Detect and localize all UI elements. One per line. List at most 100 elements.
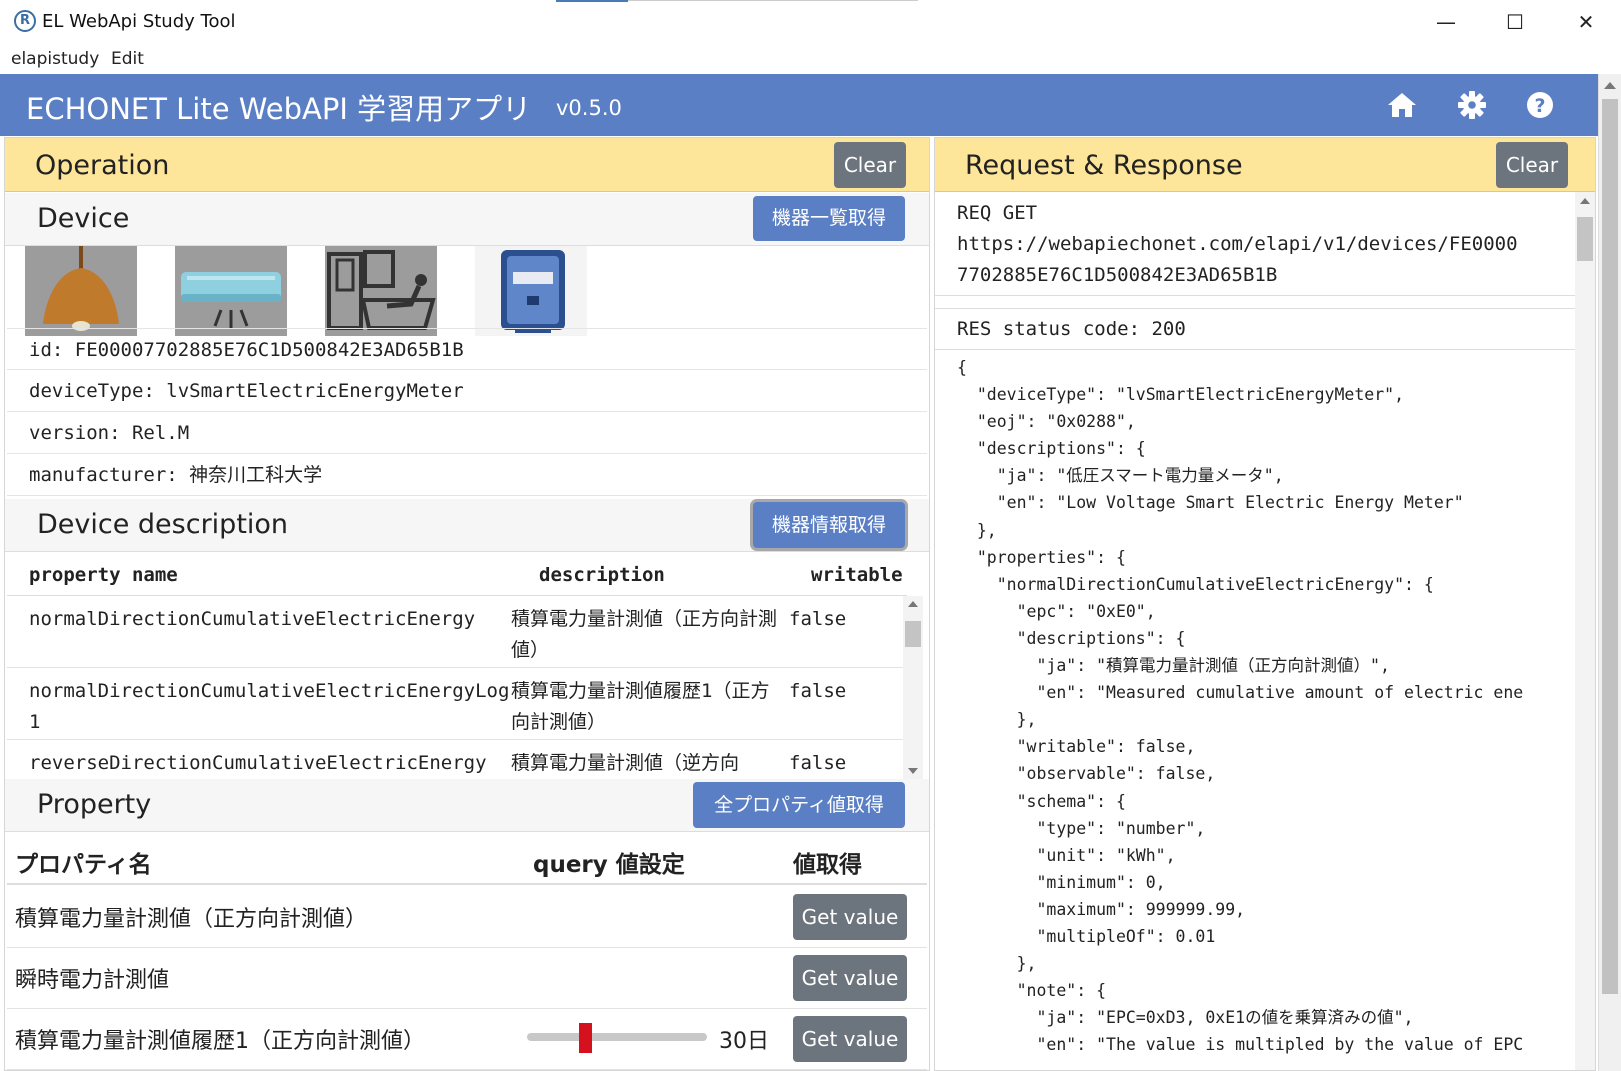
- operation-header: Operation Clear: [5, 138, 929, 192]
- air-conditioner-icon: [181, 272, 281, 328]
- scroll-down-arrow-icon[interactable]: [908, 768, 918, 774]
- device-manufacturer: manufacturer: 神奈川工科大学: [7, 454, 927, 496]
- device-section-header: Device 機器一覧取得: [5, 193, 929, 246]
- help-icon[interactable]: ?: [1523, 88, 1557, 122]
- description-cell: 積算電力量計測値（逆方向: [511, 752, 740, 774]
- table-row[interactable]: normalDirectionCumulativeElectricEnergyL…: [7, 668, 905, 740]
- column-property-name-ja: プロパティ名: [15, 852, 152, 878]
- window-titlebar: R EL WebApi Study Tool — ☐ ✕: [0, 0, 1621, 44]
- property-title: Property: [37, 789, 152, 820]
- json-line: "properties": {: [957, 547, 1126, 567]
- description-cell: 積算電力量計測値（正方向計測値）: [511, 608, 778, 661]
- slider-value: 30日: [719, 1029, 769, 1054]
- description-table-header: property name description writable: [7, 554, 907, 596]
- column-description: description: [539, 564, 665, 586]
- writable-cell: false: [789, 752, 847, 774]
- tab-indicator-track: [628, 0, 918, 1]
- json-line: "ja": "低圧スマート電力量メータ",: [957, 466, 1284, 486]
- home-icon[interactable]: [1385, 88, 1419, 122]
- json-line: "deviceType": "lvSmartElectricEnergyMete…: [957, 385, 1405, 405]
- scroll-up-arrow-icon[interactable]: [1604, 82, 1616, 89]
- app-version: v0.5.0: [556, 96, 622, 120]
- air-conditioner-thumbnail[interactable]: [175, 246, 287, 336]
- property-name-cell: normalDirectionCumulativeElectricEnergyL…: [29, 680, 510, 733]
- menu-bar: elapistudy Edit: [0, 44, 1621, 74]
- window-scrollbar[interactable]: [1598, 74, 1621, 1071]
- column-property-name: property name: [29, 564, 178, 586]
- json-line: "descriptions": {: [957, 439, 1146, 459]
- svg-text:?: ?: [1534, 95, 1545, 117]
- operation-panel: Operation Clear Device 機器一覧取得 id: FE0000…: [4, 137, 930, 1071]
- reqres-scrollbar[interactable]: [1575, 192, 1595, 1070]
- column-get-value: 値取得: [793, 852, 862, 878]
- description-table-scrollbar[interactable]: [903, 596, 923, 782]
- json-line: "en": "Measured cumulative amount of ele…: [957, 683, 1524, 703]
- property-name: 瞬時電力計測値: [15, 968, 170, 993]
- response-status: RES status code: 200: [935, 308, 1575, 350]
- device-id: id: FE00007702885E76C1D500842E3AD65B1B: [7, 328, 927, 370]
- ceiling-light-icon: [43, 246, 119, 331]
- json-line: "en": "Low Voltage Smart Electric Energy…: [957, 493, 1464, 513]
- ceiling-light-thumbnail[interactable]: [25, 246, 137, 336]
- device-type: deviceType: lvSmartElectricEnergyMeter: [7, 370, 927, 412]
- json-line: "writable": false,: [957, 737, 1196, 757]
- smart-meter-thumbnail[interactable]: [475, 246, 587, 336]
- writable-cell: false: [789, 680, 847, 702]
- json-line: "maximum": 999999.99,: [957, 899, 1246, 919]
- description-section-header: Device description 機器情報取得: [5, 499, 929, 552]
- maximize-button[interactable]: ☐: [1492, 6, 1538, 38]
- json-line: "type": "number",: [957, 818, 1206, 838]
- reqres-clear-button[interactable]: Clear: [1496, 142, 1568, 188]
- window-scrollbar-thumb[interactable]: [1602, 99, 1618, 994]
- days-slider[interactable]: [527, 1023, 707, 1053]
- minimize-button[interactable]: —: [1423, 6, 1469, 38]
- days-slider-thumb[interactable]: [578, 1023, 592, 1053]
- scroll-up-arrow-icon[interactable]: [908, 601, 918, 607]
- get-value-button[interactable]: Get value: [793, 894, 907, 940]
- table-row[interactable]: normalDirectionCumulativeElectricEnergy …: [7, 596, 905, 668]
- request-url-line2: 7702885E76C1D500842E3AD65B1B: [957, 264, 1278, 286]
- column-writable: writable: [811, 564, 903, 586]
- reqres-scrollbar-thumb[interactable]: [1577, 217, 1593, 261]
- gear-icon[interactable]: [1455, 88, 1489, 122]
- request-response-panel: Request & Response Clear REQ GET https:/…: [934, 137, 1596, 1071]
- json-line: "en": "The value is multipled by the val…: [957, 1035, 1524, 1055]
- get-device-info-button[interactable]: 機器情報取得: [753, 502, 905, 548]
- response-json: { "deviceType": "lvSmartElectricEnergyMe…: [957, 354, 1553, 1070]
- json-line: "descriptions": {: [957, 628, 1186, 648]
- json-line: "normalDirectionCumulativeElectricEnergy…: [957, 574, 1434, 594]
- table-row[interactable]: reverseDirectionCumulativeElectricEnergy…: [7, 740, 905, 782]
- json-line: "epc": "0xE0",: [957, 601, 1156, 621]
- property-row: 積算電力量計測値履歴1（正方向計測値） 30日 Get value: [7, 1009, 927, 1070]
- json-line: "multipleOf": 0.01: [957, 926, 1216, 946]
- description-scrollbar-thumb[interactable]: [905, 621, 921, 647]
- bathroom-heater-thumbnail[interactable]: [325, 246, 437, 336]
- tab-indicator: [556, 0, 628, 2]
- property-name: 積算電力量計測値履歴1（正方向計測値）: [15, 1029, 425, 1054]
- description-cell: 積算電力量計測値履歴1（正方向計測値）: [511, 680, 770, 733]
- get-value-button[interactable]: Get value: [793, 955, 907, 1001]
- get-device-list-button[interactable]: 機器一覧取得: [753, 196, 905, 241]
- get-value-button[interactable]: Get value: [793, 1016, 907, 1062]
- property-section-header: Property 全プロパティ値取得: [5, 779, 929, 832]
- menu-elapistudy[interactable]: elapistudy: [11, 49, 99, 69]
- reqres-title: Request & Response: [965, 150, 1243, 181]
- operation-title: Operation: [35, 150, 170, 181]
- json-line: "ja": "積算電力量計測値（正方向計測値）",: [957, 656, 1390, 676]
- property-row: 瞬時電力計測値 Get value: [7, 948, 927, 1009]
- scroll-up-arrow-icon[interactable]: [1580, 198, 1590, 204]
- menu-edit[interactable]: Edit: [111, 49, 144, 69]
- json-line: "ja": "EPC=0xD3, 0xE1の値を乗算済みの値",: [957, 1008, 1414, 1028]
- app-title: ECHONET Lite WebAPI 学習用アプリ: [26, 92, 532, 126]
- get-all-properties-button[interactable]: 全プロパティ値取得: [693, 782, 905, 828]
- json-line: {: [957, 358, 967, 377]
- json-line: "unit": "kWh",: [957, 845, 1176, 865]
- close-button[interactable]: ✕: [1563, 6, 1609, 38]
- json-line: "eoj": "0x0288",: [957, 412, 1136, 432]
- device-title: Device: [37, 203, 130, 234]
- property-name-cell: normalDirectionCumulativeElectricEnergy: [29, 608, 476, 630]
- app-header: ECHONET Lite WebAPI 学習用アプリ v0.5.0 ?: [0, 74, 1598, 136]
- window-title: EL WebApi Study Tool: [42, 11, 236, 32]
- operation-clear-button[interactable]: Clear: [834, 142, 906, 188]
- json-line: "note": {: [957, 981, 1107, 1001]
